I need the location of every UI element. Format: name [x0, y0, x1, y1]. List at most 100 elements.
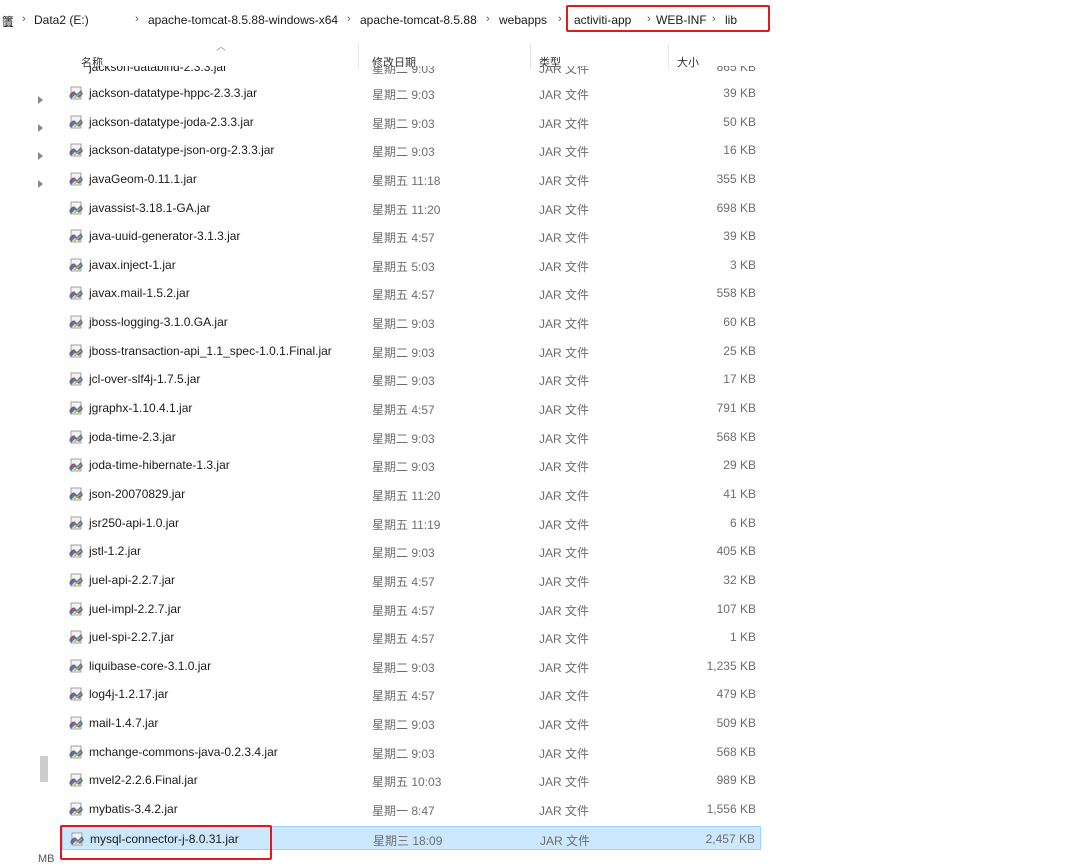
chevron-right-icon[interactable]: [38, 124, 43, 132]
file-type: JAR 文件: [539, 488, 590, 503]
chevron-right-icon[interactable]: ›: [558, 13, 562, 25]
file-size: 41 KB: [723, 486, 756, 501]
jar-file-icon: [68, 285, 84, 301]
file-row[interactable]: mail-1.4.7.jar 星期二 9:03 JAR 文件 509 KB: [62, 711, 761, 735]
jar-file-icon: [68, 715, 84, 731]
file-row[interactable]: joda-time-2.3.jar 星期二 9:03 JAR 文件 568 KB: [62, 425, 761, 449]
chevron-right-icon[interactable]: [38, 180, 43, 188]
file-size: 39 KB: [723, 229, 756, 244]
file-type: JAR 文件: [539, 689, 590, 704]
file-date: 星期二 9:03: [372, 116, 435, 131]
jar-file-icon: [68, 572, 84, 588]
file-type: JAR 文件: [539, 546, 590, 561]
scrollbar-thumb[interactable]: [40, 756, 48, 782]
file-row-partial[interactable]: jackson-databind-2.3.3.jar 星期二 9:03 JAR …: [62, 66, 761, 76]
file-row[interactable]: log4j-1.2.17.jar 星期五 4:57 JAR 文件 479 KB: [62, 682, 761, 706]
file-size: 1,235 KB: [706, 658, 756, 673]
file-row[interactable]: jstl-1.2.jar 星期二 9:03 JAR 文件 405 KB: [62, 539, 761, 563]
jar-file-icon: [68, 801, 84, 817]
file-name: jcl-over-slf4j-1.7.5.jar: [89, 372, 201, 387]
file-date: 星期五 4:57: [372, 403, 435, 418]
file-row[interactable]: juel-impl-2.2.7.jar 星期五 4:57 JAR 文件 107 KB: [62, 597, 761, 621]
chevron-right-icon[interactable]: ›: [135, 13, 139, 25]
file-date: 星期二 9:03: [372, 431, 435, 446]
file-name: javassist-3.18.1-GA.jar: [89, 200, 211, 215]
file-type: JAR 文件: [539, 403, 590, 418]
file-name: jboss-transaction-api_1.1_spec-1.0.1.Fin…: [89, 343, 332, 358]
file-row[interactable]: jboss-logging-3.1.0.GA.jar 星期二 9:03 JAR 文件…: [62, 310, 761, 334]
file-type: JAR 文件: [539, 574, 590, 589]
chevron-right-icon[interactable]: ›: [22, 13, 26, 25]
file-size: 568 KB: [716, 429, 756, 444]
file-date: 星期五 4:57: [372, 632, 435, 647]
file-row[interactable]: juel-api-2.2.7.jar 星期五 4:57 JAR 文件 32 KB: [62, 568, 761, 592]
file-row[interactable]: mvel2-2.2.6.Final.jar 星期五 10:03 JAR 文件 989 …: [62, 768, 761, 792]
file-row[interactable]: jgraphx-1.10.4.1.jar 星期五 4:57 JAR 文件 791 KB: [62, 396, 761, 420]
file-type: JAR 文件: [539, 145, 590, 160]
file-size: 6 KB: [729, 515, 756, 530]
file-date: 星期二 9:03: [372, 88, 435, 102]
file-date: 星期五 10:03: [372, 775, 442, 790]
file-row[interactable]: jackson-datatype-json-org-2.3.3.jar 星期二 9…: [62, 138, 761, 162]
breadcrumb-item-tomcat-dist[interactable]: apache-tomcat-8.5.88-windows-x64: [148, 13, 338, 27]
file-name: jackson-datatype-json-org-2.3.3.jar: [89, 143, 275, 158]
breadcrumb-item-webapps[interactable]: webapps: [499, 13, 547, 27]
file-row[interactable]: juel-spi-2.2.7.jar 星期五 4:57 JAR 文件 1 KB: [62, 625, 761, 649]
file-type: JAR 文件: [539, 345, 590, 360]
chevron-right-icon[interactable]: [38, 96, 43, 104]
chevron-right-icon[interactable]: ›: [347, 13, 351, 25]
file-date: 星期二 9:03: [372, 460, 435, 475]
file-row[interactable]: jackson-datatype-joda-2.3.3.jar 星期二 9:03 J…: [62, 110, 761, 134]
file-type: JAR 文件: [539, 66, 590, 76]
file-row[interactable]: joda-time-hibernate-1.3.jar 星期二 9:03 JAR 文…: [62, 453, 761, 477]
jar-file-icon: [68, 543, 84, 559]
jar-file-icon: [68, 228, 84, 244]
file-name: mchange-commons-java-0.2.3.4.jar: [89, 744, 278, 759]
file-name: jsr250-api-1.0.jar: [89, 515, 180, 530]
navigation-pane-cut-text: MB: [38, 853, 55, 865]
file-row[interactable]: mybatis-3.4.2.jar 星期一 8:47 JAR 文件 1,556 KB: [62, 797, 761, 821]
file-size: 50 KB: [723, 114, 756, 129]
file-date: 星期五 4:57: [372, 231, 435, 246]
file-date: 星期二 9:03: [372, 345, 435, 360]
file-row[interactable]: liquibase-core-3.1.0.jar 星期二 9:03 JAR 文件 1,…: [62, 654, 761, 678]
file-date: 星期五 11:19: [372, 517, 441, 532]
file-size: 509 KB: [716, 716, 756, 731]
file-row[interactable]: mchange-commons-java-0.2.3.4.jar 星期二 9:03…: [62, 740, 761, 764]
file-size: 1 KB: [729, 630, 756, 645]
file-row[interactable]: jboss-transaction-api_1.1_spec-1.0.1.Fin…: [62, 339, 761, 363]
file-row[interactable]: java-uuid-generator-3.1.3.jar 星期五 4:57 JAR…: [62, 224, 761, 248]
navigation-pane: [0, 38, 58, 868]
file-type: JAR 文件: [539, 517, 590, 532]
file-name: log4j-1.2.17.jar: [89, 687, 169, 702]
file-row[interactable]: javax.mail-1.5.2.jar 星期五 4:57 JAR 文件 558 KB: [62, 281, 761, 305]
file-row[interactable]: javaGeom-0.11.1.jar 星期五 11:18 JAR 文件 355 KB: [62, 167, 761, 191]
file-type: JAR 文件: [539, 804, 590, 818]
file-type: JAR 文件: [539, 374, 590, 389]
file-size: 2,457 KB: [705, 831, 755, 846]
chevron-right-icon[interactable]: [38, 152, 43, 160]
file-type: JAR 文件: [539, 116, 590, 131]
file-date: 星期五 4:57: [372, 603, 435, 618]
jar-file-icon: [68, 658, 84, 674]
file-row[interactable]: jsr250-api-1.0.jar 星期五 11:19 JAR 文件 6 KB: [62, 511, 761, 535]
file-type: JAR 文件: [539, 317, 590, 332]
file-date: 星期五 4:57: [372, 574, 435, 589]
breadcrumb-item-root[interactable]: 籄: [2, 13, 14, 30]
file-row[interactable]: javax.inject-1.jar 星期五 5:03 JAR 文件 3 KB: [62, 253, 761, 277]
file-row[interactable]: jackson-datatype-hppc-2.3.3.jar 星期二 9:03 J…: [62, 81, 761, 105]
file-name: juel-spi-2.2.7.jar: [89, 630, 175, 645]
chevron-right-icon[interactable]: ›: [486, 13, 490, 25]
file-row[interactable]: json-20070829.jar 星期五 11:20 JAR 文件 41 KB: [62, 482, 761, 506]
file-size: 17 KB: [723, 372, 756, 387]
file-row[interactable]: jcl-over-slf4j-1.7.5.jar 星期二 9:03 JAR 文件 17…: [62, 367, 761, 391]
file-type: JAR 文件: [539, 603, 590, 618]
file-row[interactable]: javassist-3.18.1-GA.jar 星期五 11:20 JAR 文件 69…: [62, 196, 761, 220]
file-type: JAR 文件: [539, 746, 590, 761]
jar-file-icon: [68, 686, 84, 702]
file-name: javaGeom-0.11.1.jar: [89, 171, 197, 186]
file-size: 479 KB: [716, 687, 756, 702]
breadcrumb-item-tomcat[interactable]: apache-tomcat-8.5.88: [360, 13, 477, 27]
breadcrumb-item-drive[interactable]: Data2 (E:): [34, 13, 89, 27]
file-date: 星期二 9:03: [372, 718, 435, 733]
